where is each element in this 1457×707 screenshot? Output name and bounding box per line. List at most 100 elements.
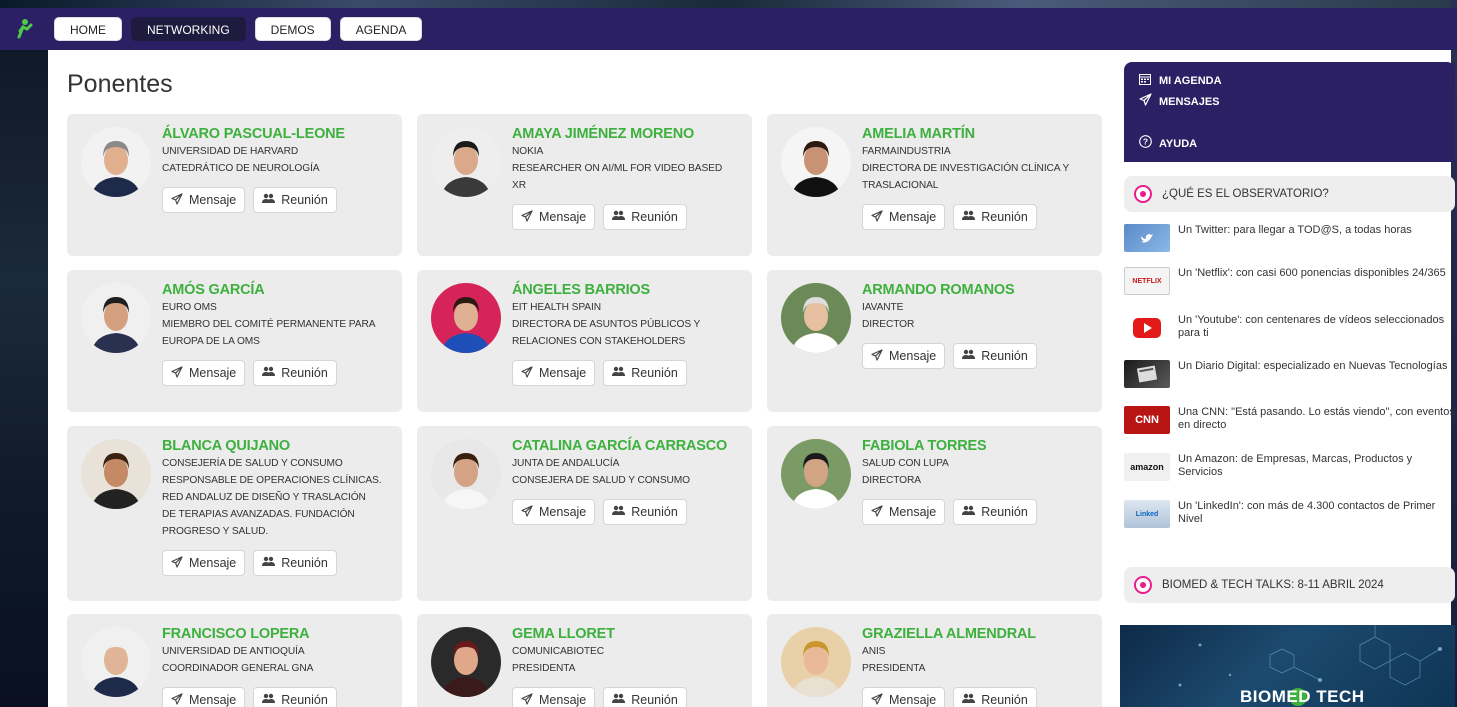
observatorio-item-text[interactable]: Un Amazon: de Empresas, Marcas, Producto… [1178,453,1455,479]
message-button[interactable]: Mensaje [162,360,246,386]
nav-demos-button[interactable]: DEMOS [254,17,331,41]
speaker-avatar[interactable] [431,127,501,197]
speaker-role: PRESIDENTA [512,663,576,674]
brand-logo-icon[interactable] [14,17,38,41]
speaker-name[interactable]: FRANCISCO LOPERA [162,626,387,643]
speaker-card[interactable]: FABIOLA TORRES SALUD CON LUPA DIRECTORA Me… [767,426,1102,601]
speaker-info: AMAYA JIMÉNEZ MORENO NOKIA RESEARCHER ON A… [512,126,737,230]
meeting-button[interactable]: Reunión [603,360,687,386]
nav-agenda-button[interactable]: AGENDA [339,17,423,41]
meeting-button[interactable]: Reunión [603,204,687,230]
speaker-name[interactable]: CATALINA GARCÍA CARRASCO [512,438,737,455]
message-button[interactable]: Mensaje [512,360,596,386]
speaker-avatar[interactable] [81,127,151,197]
meeting-button[interactable]: Reunión [253,550,337,576]
speaker-name[interactable]: BLANCA QUIJANO [162,438,387,455]
speaker-role: DIRECTORA DE ASUNTOS PÚBLICOS Y [512,319,701,330]
meeting-button[interactable]: Reunión [953,499,1037,525]
speaker-organization: EURO OMS [162,302,217,313]
meeting-button[interactable]: Reunión [253,360,337,386]
speaker-card[interactable]: ARMANDO ROMANOS IAVANTE DIRECTOR Mensaje R… [767,270,1102,412]
send-icon [171,692,183,707]
message-button[interactable]: Mensaje [162,550,246,576]
speaker-role: RESEARCHER ON AI/ML FOR VIDEO BASED [512,163,723,174]
observatorio-item[interactable]: Linked Un 'LinkedIn': con más de 4.300 co… [1124,500,1455,528]
message-button[interactable]: Mensaje [512,204,596,230]
message-button[interactable]: Mensaje [162,187,246,213]
message-button[interactable]: Mensaje [512,687,596,707]
biomed-banner[interactable]: BIOMED TECH [1120,625,1455,707]
message-button[interactable]: Mensaje [862,204,946,230]
observatorio-section-header[interactable]: ¿QUÉ ES EL OBSERVATORIO? [1124,176,1455,212]
observatorio-item-text[interactable]: Un 'LinkedIn': con más de 4.300 contacto… [1178,500,1455,526]
event-section-header[interactable]: BIOMED & TECH TALKS: 8-11 ABRIL 2024 [1124,567,1455,603]
menu-item-mi-agenda[interactable]: MI AGENDA [1138,71,1441,92]
observatorio-item-text[interactable]: Un 'Youtube': con centenares de vídeos s… [1178,314,1455,340]
section-title: ¿QUÉ ES EL OBSERVATORIO? [1162,188,1329,200]
speaker-role: XR [512,180,526,191]
speaker-info: AMÓS GARCÍA EURO OMS MIEMBRO DEL COMITÉ PE… [162,282,387,386]
meeting-button[interactable]: Reunión [953,204,1037,230]
speaker-card[interactable]: AMÓS GARCÍA EURO OMS MIEMBRO DEL COMITÉ PE… [67,270,402,412]
observatorio-item-text[interactable]: Un Diario Digital: especializado en Nuev… [1178,360,1447,373]
speaker-card[interactable]: GRAZIELLA ALMENDRAL ANIS PRESIDENTA Mensaj… [767,614,1102,707]
speaker-name[interactable]: ÁNGELES BARRIOS [512,282,737,299]
menu-item-mensajes[interactable]: MENSAJES [1138,92,1441,113]
observatorio-item[interactable]: Un Twitter: para llegar a TOD@S, a todas… [1124,224,1455,252]
message-button[interactable]: Mensaje [862,499,946,525]
observatorio-item[interactable]: NETFLIX Un 'Netflix': con casi 600 ponenc… [1124,267,1455,295]
speaker-avatar[interactable] [781,283,851,353]
speaker-avatar[interactable] [781,627,851,697]
speaker-name[interactable]: GEMA LLORET [512,626,737,643]
meeting-button[interactable]: Reunión [253,687,337,707]
speaker-name[interactable]: GRAZIELLA ALMENDRAL [862,626,1087,643]
speaker-name[interactable]: FABIOLA TORRES [862,438,1087,455]
amazon-thumbnail-icon: amazon [1124,453,1170,481]
speaker-avatar[interactable] [781,439,851,509]
speaker-avatar[interactable] [431,283,501,353]
speaker-card[interactable]: CATALINA GARCÍA CARRASCO JUNTA DE ANDALUC… [417,426,752,601]
speaker-name[interactable]: ÁLVARO PASCUAL-LEONE [162,126,387,143]
observatorio-item-text[interactable]: Un 'Netflix': con casi 600 ponencias dis… [1178,267,1446,280]
message-button[interactable]: Mensaje [162,687,246,707]
send-icon [171,192,183,208]
top-navbar: HOME NETWORKING DEMOS AGENDA [0,8,1457,50]
observatorio-item-text[interactable]: Una CNN: "Está pasando. Lo estás viendo"… [1178,406,1455,432]
observatorio-item[interactable]: Un Diario Digital: especializado en Nuev… [1124,360,1455,388]
speaker-card[interactable]: ÁNGELES BARRIOS EIT HEALTH SPAIN DIRECTORA… [417,270,752,412]
meeting-button[interactable]: Reunión [953,343,1037,369]
speaker-card[interactable]: AMAYA JIMÉNEZ MORENO NOKIA RESEARCHER ON A… [417,114,752,256]
speaker-name[interactable]: AMELIA MARTÍN [862,126,1087,143]
observatorio-item[interactable]: Un 'Youtube': con centenares de vídeos s… [1124,314,1455,342]
speaker-name[interactable]: ARMANDO ROMANOS [862,282,1087,299]
observatorio-item-text[interactable]: Un Twitter: para llegar a TOD@S, a todas… [1178,224,1412,237]
message-button[interactable]: Mensaje [862,687,946,707]
speaker-avatar[interactable] [81,283,151,353]
message-button[interactable]: Mensaje [512,499,596,525]
observatorio-item[interactable]: amazon Un Amazon: de Empresas, Marcas, Pr… [1124,453,1455,481]
meeting-button[interactable]: Reunión [603,499,687,525]
speaker-avatar[interactable] [81,439,151,509]
message-button[interactable]: Mensaje [862,343,946,369]
menu-item-ayuda[interactable]: ? AYUDA [1138,134,1441,155]
speaker-card[interactable]: FRANCISCO LOPERA UNIVERSIDAD DE ANTIOQUÍA… [67,614,402,707]
speaker-name[interactable]: AMÓS GARCÍA [162,282,387,299]
speaker-avatar[interactable] [431,627,501,697]
nav-networking-button[interactable]: NETWORKING [131,17,246,41]
nav-home-button[interactable]: HOME [54,17,122,41]
speaker-avatar[interactable] [81,627,151,697]
speaker-card[interactable]: ÁLVARO PASCUAL-LEONE UNIVERSIDAD DE HARVA… [67,114,402,256]
speaker-info: GRAZIELLA ALMENDRAL ANIS PRESIDENTA Mensaj… [862,626,1087,707]
speaker-avatar[interactable] [431,439,501,509]
meeting-button[interactable]: Reunión [603,687,687,707]
speaker-card[interactable]: BLANCA QUIJANO CONSEJERÍA DE SALUD Y CONS… [67,426,402,601]
speaker-avatar[interactable] [781,127,851,197]
speaker-card[interactable]: GEMA LLORET COMUNICABIOTEC PRESIDENTA Mens… [417,614,752,707]
meeting-button[interactable]: Reunión [253,187,337,213]
menu-item-label: AYUDA [1159,138,1198,150]
observatorio-item[interactable]: CNN Una CNN: "Está pasando. Lo estás vien… [1124,406,1455,434]
speaker-role: DE TERAPIAS AVANZADAS. FUNDACIÓN [162,509,355,520]
meeting-button[interactable]: Reunión [953,687,1037,707]
speaker-card[interactable]: AMELIA MARTÍN FARMAINDUSTRIA DIRECTORA DE … [767,114,1102,256]
speaker-name[interactable]: AMAYA JIMÉNEZ MORENO [512,126,737,143]
